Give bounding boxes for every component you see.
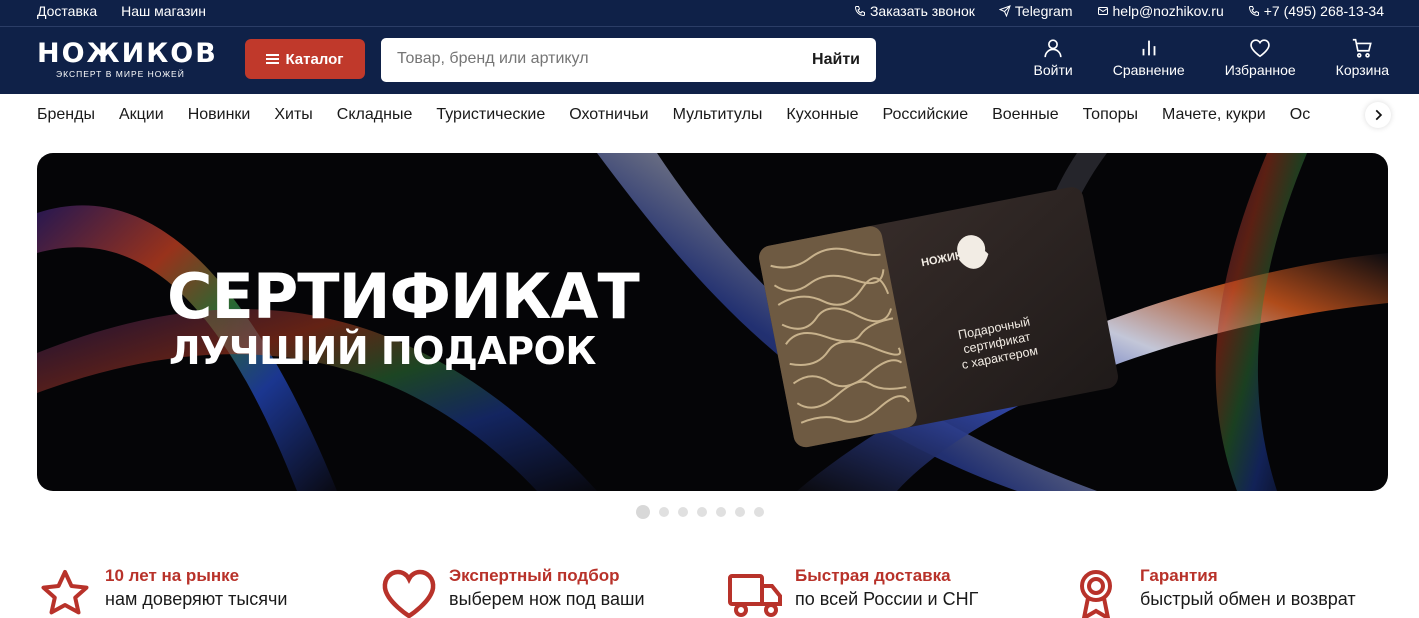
feature-desc: быстрый обмен и возврат [1140, 589, 1356, 609]
nav-item-hunting[interactable]: Охотничьи [569, 106, 648, 124]
telegram-label: Telegram [1014, 3, 1073, 19]
nav-item-multitools[interactable]: Мультитулы [673, 106, 763, 124]
nav-item-folding[interactable]: Складные [337, 106, 413, 124]
slider-dots [636, 505, 764, 519]
nav-item-kitchen[interactable]: Кухонные [786, 106, 858, 124]
telegram-icon [998, 5, 1011, 17]
search-input[interactable] [397, 50, 777, 68]
menu-icon [266, 54, 280, 64]
cart-icon [1353, 38, 1373, 58]
feature-experience: 10 лет на рынке нам доверяют тысячи [37, 566, 287, 618]
mail-icon [1097, 7, 1108, 15]
search-box: Найти [381, 38, 876, 82]
callback-label: Заказать звонок [869, 3, 975, 19]
nav-item-brands[interactable]: Бренды [37, 106, 95, 124]
favorites-label: Избранное [1224, 62, 1296, 78]
login-label: Войти [1033, 62, 1073, 78]
logo-tagline: эксперт в мире ножей [56, 69, 185, 79]
callback-link[interactable]: Заказать звонок [854, 3, 975, 19]
feature-warranty: Гарантия быстрый обмен и возврат [1072, 566, 1356, 618]
slider-dot[interactable] [636, 505, 650, 519]
compare-button[interactable]: Сравнение [1113, 37, 1185, 78]
logo-text: НОЖИКОВ [37, 38, 218, 69]
telegram-link[interactable]: Telegram [998, 3, 1073, 19]
feature-delivery: Быстрая доставка по всей России и СНГ [727, 566, 978, 618]
nav-item-hits[interactable]: Хиты [274, 106, 312, 124]
catalog-label: Каталог [285, 50, 344, 68]
phone-label: +7 (495) 268-13-34 [1263, 3, 1384, 19]
email-label: help@nozhikov.ru [1112, 3, 1224, 19]
nav-item-military[interactable]: Военные [992, 106, 1059, 124]
site-logo[interactable]: НОЖИКОВ эксперт в мире ножей [37, 38, 218, 80]
header-actions: Войти Сравнение Избранное Корзина [994, 37, 1389, 78]
star-icon [41, 570, 89, 615]
nav-item-axes[interactable]: Топоры [1083, 106, 1138, 124]
email-link[interactable]: help@nozhikov.ru [1097, 3, 1224, 19]
feature-title: Быстрая доставка [795, 566, 951, 585]
phone-link[interactable]: +7 (495) 268-13-34 [1248, 3, 1384, 19]
cart-button[interactable]: Корзина [1336, 37, 1389, 78]
compare-label: Сравнение [1112, 62, 1185, 78]
feature-title: Гарантия [1140, 566, 1218, 585]
main-header: НОЖИКОВ эксперт в мире ножей Каталог Най… [0, 26, 1419, 94]
slider-dot[interactable] [678, 507, 688, 517]
phone-icon [1248, 6, 1259, 17]
nav-item-tourist[interactable]: Туристические [436, 106, 545, 124]
nav-item-sales[interactable]: Акции [119, 106, 164, 124]
feature-desc: нам доверяют тысячи [105, 589, 288, 609]
top-bar: Доставка Наш магазин Заказать звонок Tel… [0, 0, 1419, 26]
nav-item-more[interactable]: Ос [1290, 106, 1310, 124]
nav-item-new[interactable]: Новинки [188, 106, 251, 124]
heart-icon [1250, 39, 1270, 58]
phone-icon [854, 6, 865, 17]
slider-dot[interactable] [754, 507, 764, 517]
feature-desc: выберем нож под ваши [449, 589, 645, 609]
nav-item-machete[interactable]: Мачете, кукри [1162, 106, 1266, 124]
compare-icon [1142, 40, 1156, 56]
heart-outline-icon [382, 569, 436, 618]
feature-desc: по всей России и СНГ [795, 589, 979, 609]
chevron-right-icon [1375, 109, 1383, 121]
nav-item-russian[interactable]: Российские [883, 106, 969, 124]
login-button[interactable]: Войти [1034, 37, 1073, 78]
feature-title: 10 лет на рынке [105, 566, 240, 585]
promo-banner[interactable]: СЕРТИФИКАТ ЛУЧШИЙ ПОДАРОК НОЖИКОВ Подаро… [37, 153, 1388, 491]
category-nav: Бренды Акции Новинки Хиты Складные Турис… [0, 94, 1419, 138]
delivery-link[interactable]: Доставка [37, 3, 97, 19]
slider-dot[interactable] [735, 507, 745, 517]
slider-dot[interactable] [659, 507, 669, 517]
slider-dot[interactable] [697, 507, 707, 517]
truck-icon [728, 574, 782, 617]
banner-subtitle: ЛУЧШИЙ ПОДАРОК [169, 329, 596, 373]
feature-title: Экспертный подбор [449, 566, 620, 585]
medal-icon [1080, 570, 1112, 618]
feature-expert: Экспертный подбор выберем нож под ваши [381, 566, 645, 618]
user-icon [1044, 39, 1062, 58]
banner-title: СЕРТИФИКАТ [167, 260, 640, 333]
cart-label: Корзина [1335, 62, 1389, 78]
slider-dot[interactable] [716, 507, 726, 517]
nav-scroll-right-button[interactable] [1365, 102, 1391, 128]
favorites-button[interactable]: Избранное [1225, 37, 1296, 78]
search-button[interactable]: Найти [812, 51, 860, 69]
catalog-button[interactable]: Каталог [245, 39, 365, 79]
our-store-link[interactable]: Наш магазин [121, 3, 206, 19]
